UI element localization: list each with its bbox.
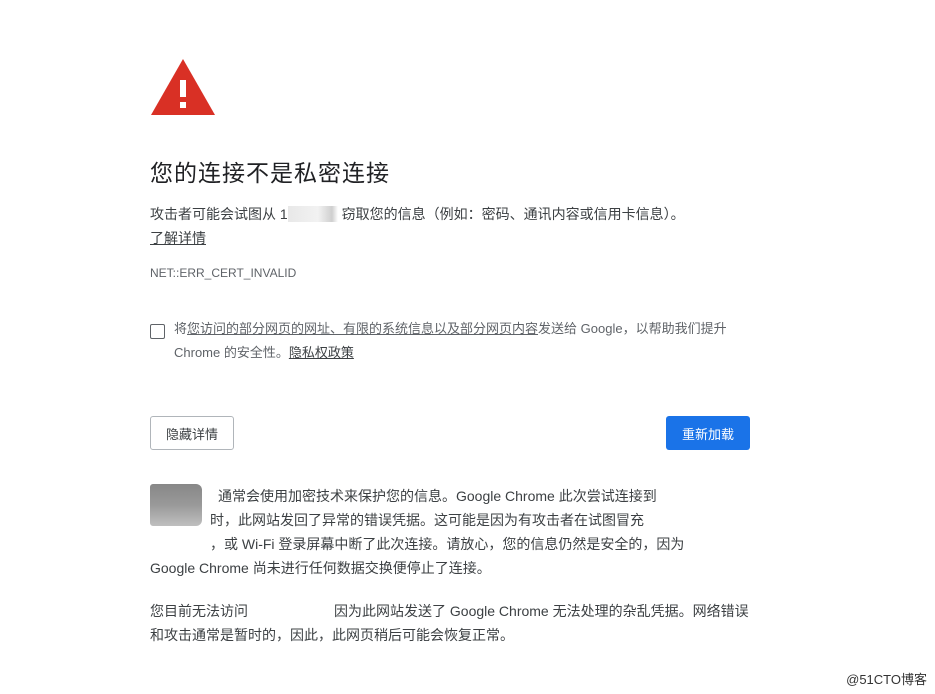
message-text-before: 攻击者可能会试图从 1 [150, 206, 288, 222]
message-text-after: 窃取您的信息（例如：密码、通讯内容或信用卡信息）。 [337, 206, 685, 222]
opt-in-checkbox[interactable] [150, 324, 165, 339]
redaction-blot [150, 484, 202, 526]
details-section: 通常会使用加密技术来保护您的信息。Google Chrome 此次尝试连接到 时… [150, 484, 755, 647]
hide-details-button[interactable]: 隐藏详情 [150, 416, 234, 450]
reload-button[interactable]: 重新加载 [666, 416, 750, 450]
opt-in-data-link[interactable]: 您访问的部分网页的网址、有限的系统信息以及部分网页内容 [187, 321, 538, 336]
primary-message: 攻击者可能会试图从 1 窃取您的信息（例如：密码、通讯内容或信用卡信息）。 [150, 204, 760, 224]
learn-more-link[interactable]: 了解详情 [150, 228, 206, 248]
error-code: NET::ERR_CERT_INVALID [150, 266, 297, 280]
watermark: @51CTO博客 [846, 672, 927, 687]
opt-in-label: 将您访问的部分网页的网址、有限的系统信息以及部分网页内容发送给 Google，以… [174, 321, 727, 360]
details-paragraph-1: 通常会使用加密技术来保护您的信息。Google Chrome 此次尝试连接到 时… [150, 488, 685, 576]
privacy-policy-link[interactable]: 隐私权政策 [289, 345, 354, 360]
details-paragraph-2: 您目前无法访问 因为此网站发送了 Google Chrome 无法处理的杂乱凭据。… [150, 603, 749, 643]
warning-triangle-icon [151, 59, 215, 115]
page-title: 您的连接不是私密连接 [150, 160, 390, 186]
redacted-host [287, 206, 338, 222]
